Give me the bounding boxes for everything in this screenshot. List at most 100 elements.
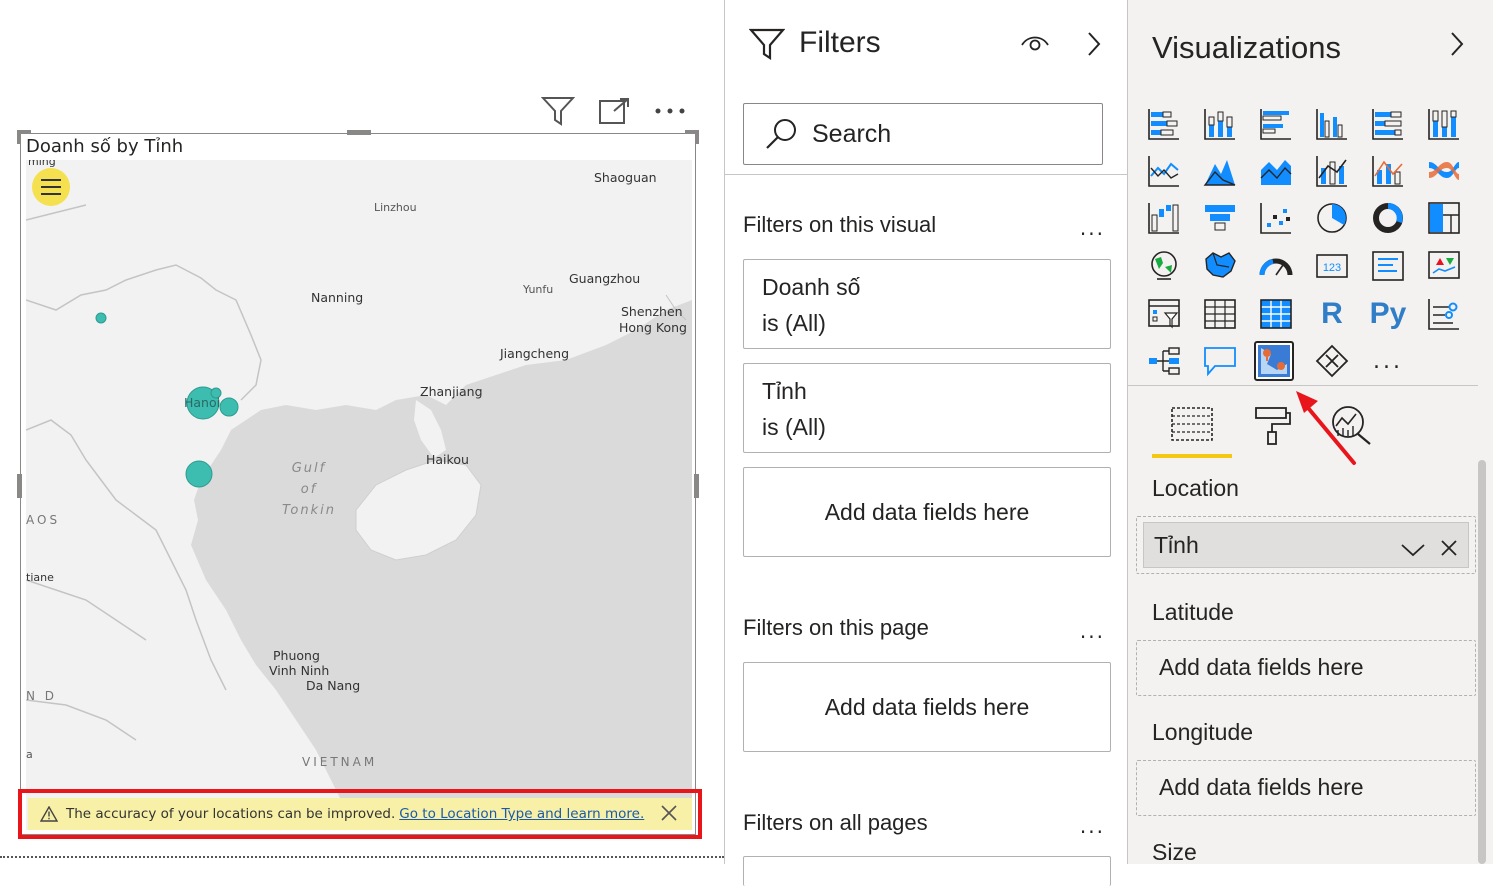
page-filter-drop-zone[interactable]: Add data fields here [743,662,1111,752]
multi-row-card-icon[interactable] [1368,246,1408,286]
map-menu-button[interactable] [32,168,70,206]
collapse-visualizations-button[interactable] [1448,30,1466,62]
filled-map-icon[interactable] [1200,246,1240,286]
svg-text:123: 123 [1323,262,1341,274]
bubble-point[interactable] [185,460,213,488]
drop-zone-label: Add data fields here [824,693,1030,720]
filter-card-tinh[interactable]: Tỉnh is (All) [743,363,1111,453]
collapse-filters-button[interactable] [1085,30,1103,62]
100-stacked-bar-chart-icon[interactable] [1368,104,1408,144]
pie-chart-icon[interactable] [1312,198,1352,238]
close-icon [1441,540,1457,556]
matrix-icon[interactable] [1256,294,1296,334]
line-and-stacked-column-chart-icon[interactable] [1312,151,1352,191]
map-label: AOS [26,513,61,527]
filters-on-page-more[interactable]: ... [1080,619,1105,643]
more-visuals-button[interactable]: ... [1368,341,1408,381]
line-and-clustered-column-chart-icon[interactable] [1368,151,1408,191]
field-dropdown-button[interactable] [1400,537,1426,564]
slicer-icon[interactable] [1144,294,1184,334]
stacked-column-chart-icon[interactable] [1200,104,1240,144]
map-label: Hong Kong [619,320,687,335]
map-label: a [26,748,33,761]
area-chart-icon[interactable] [1200,151,1240,191]
warning-icon [40,806,58,822]
more-options-icon[interactable] [652,94,688,128]
table-icon[interactable] [1200,294,1240,334]
map-label: tiane [26,571,54,584]
map-label: ming [28,160,56,168]
map-label: Gulf of Tonkin [282,461,336,518]
map-label: Yunfu [523,283,554,296]
map-label: Guangzhou [569,271,641,286]
longitude-well[interactable]: Add data fields here [1136,760,1476,816]
pane-divider [725,174,1129,175]
map-visual-icon[interactable] [1144,246,1184,286]
filters-search-input[interactable]: Search [743,103,1103,165]
decomposition-tree-icon[interactable] [1144,341,1184,381]
close-warning-button[interactable] [660,804,678,826]
arcgis-maps-icon[interactable] [1254,341,1294,381]
map-label: N D [26,689,58,703]
location-field-name: Tỉnh [1154,531,1199,558]
line-chart-icon[interactable] [1144,151,1184,191]
stacked-area-chart-icon[interactable] [1256,151,1296,191]
location-type-link[interactable]: Go to Location Type and learn more. [399,806,644,822]
map-label: Shenzhen [621,304,683,319]
waterfall-chart-icon[interactable] [1144,198,1184,238]
visual-filter-icon[interactable] [540,94,576,128]
fields-tab[interactable] [1170,404,1214,448]
close-icon [661,805,677,821]
remove-field-button[interactable] [1440,536,1458,563]
canvas-page-boundary [0,856,724,858]
bubble-point[interactable] [95,312,107,324]
map-area[interactable]: ming Shaoguan Linzhou Guangzhou Yunfu Na… [26,160,692,830]
search-placeholder: Search [812,119,892,148]
paint-roller-icon [1255,407,1291,445]
ribbon-chart-icon[interactable] [1424,151,1464,191]
kpi-icon[interactable] [1424,246,1464,286]
treemap-icon[interactable] [1424,198,1464,238]
location-accuracy-warning: The accuracy of your locations can be im… [18,789,702,839]
filters-title: Filters [799,26,881,59]
donut-chart-icon[interactable] [1368,198,1408,238]
filters-on-all-pages-more[interactable]: ... [1080,814,1105,838]
clustered-column-chart-icon[interactable] [1312,104,1352,144]
bubble-point[interactable] [219,397,239,417]
location-well[interactable]: Tỉnh [1136,516,1476,574]
filter-visibility-toggle[interactable] [1020,32,1050,58]
focus-mode-icon[interactable] [596,94,632,128]
latitude-well[interactable]: Add data fields here [1136,640,1476,696]
location-field-pill[interactable]: Tỉnh [1143,522,1469,568]
gauge-icon[interactable] [1256,246,1296,286]
all-pages-filter-drop-zone[interactable] [743,856,1111,886]
scatter-chart-icon[interactable] [1256,198,1296,238]
drop-zone-label: Add data fields here [1159,774,1364,800]
filters-on-page-heading: Filters on this page [743,615,929,640]
funnel-chart-icon[interactable] [1200,198,1240,238]
map-label: Hanoi [184,395,221,410]
python-visual-icon[interactable]: Py [1368,294,1408,334]
clustered-bar-chart-icon[interactable] [1256,104,1296,144]
card-icon[interactable]: 123 [1312,246,1352,286]
fields-icon [1171,407,1213,441]
filter-card-doanh-so[interactable]: Doanh số is (All) [743,259,1111,349]
visual-title: Doanh số by Tỉnh [26,136,184,157]
filters-pane: Filters Search Filters on this visual ..… [724,0,1129,886]
filter-field-value: is (All) [762,310,826,336]
visual-filter-drop-zone[interactable]: Add data fields here [743,467,1111,557]
filters-on-visual-more[interactable]: ... [1080,216,1105,240]
format-tab[interactable] [1252,404,1292,450]
map-label: Zhanjiang [420,384,483,399]
filter-field-value: is (All) [762,414,826,440]
pane-scrollbar[interactable] [1478,460,1486,864]
eye-icon [1021,36,1049,51]
100-stacked-column-chart-icon[interactable] [1424,104,1464,144]
map-label: Nanning [311,290,364,305]
qa-visual-icon[interactable] [1200,341,1240,381]
stacked-bar-chart-icon[interactable] [1144,104,1184,144]
key-influencers-icon[interactable] [1424,294,1464,334]
r-script-visual-icon[interactable]: R [1312,294,1352,334]
power-apps-icon[interactable] [1312,341,1352,381]
map-label: Da Nang [306,678,361,693]
